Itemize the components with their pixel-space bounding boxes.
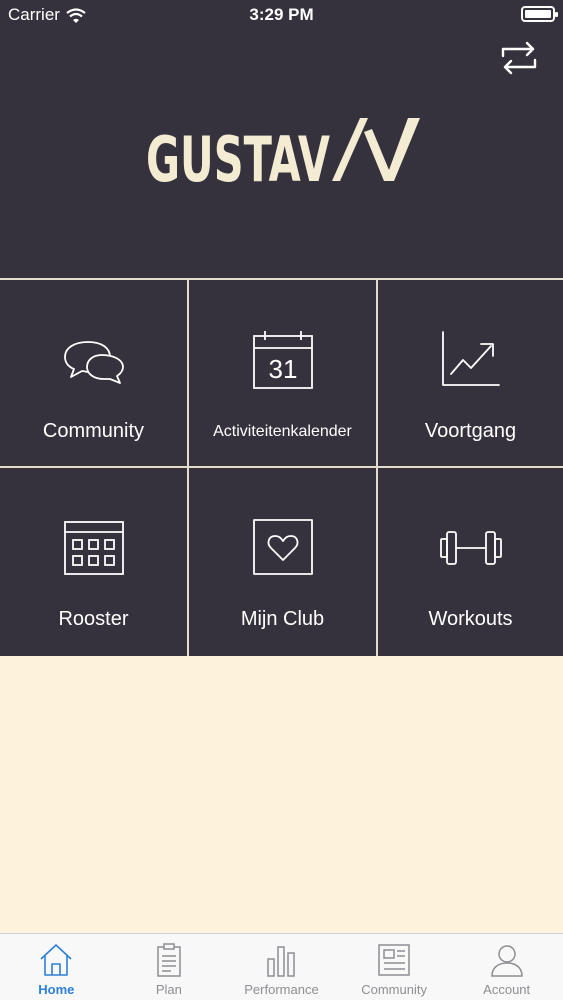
menu-grid: Community 31 Activiteitenkalender Voortg… — [0, 278, 563, 656]
tab-community-label: Community — [361, 982, 427, 997]
tab-plan[interactable]: Plan — [113, 934, 226, 1000]
chat-bubbles-icon — [63, 341, 124, 384]
status-time: 3:29 PM — [249, 5, 314, 24]
heart-icon — [252, 519, 313, 575]
calendar-icon: 31 — [252, 331, 313, 389]
tab-account-label: Account — [483, 982, 531, 997]
tab-performance[interactable]: Performance — [225, 934, 338, 1000]
tab-home-label: Home — [38, 982, 75, 997]
gustav-logo: GUSTAV — [146, 118, 420, 194]
status-bar: Carrier 3:29 PM — [0, 0, 563, 30]
tile-community[interactable]: Community — [0, 280, 187, 466]
tile-rooster-label: Rooster — [58, 608, 129, 630]
tile-mijn-club[interactable]: Mijn Club — [189, 468, 376, 656]
header: GUSTAV — [0, 30, 563, 278]
tile-workouts-label: Workouts — [428, 608, 513, 630]
bar-chart-icon — [267, 946, 296, 977]
switch-club-button[interactable] — [499, 40, 539, 76]
tile-community-label: Community — [42, 420, 145, 442]
home-icon — [40, 944, 72, 976]
battery-icon — [521, 6, 558, 22]
tab-home[interactable]: Home — [0, 934, 113, 1000]
progress-chart-icon — [441, 331, 500, 386]
calendar-day-number: 31 — [268, 354, 297, 384]
tile-activiteitenkalender[interactable]: 31 Activiteitenkalender — [189, 280, 376, 466]
schedule-grid-icon — [63, 521, 124, 575]
clipboard-icon — [157, 943, 181, 977]
tile-workouts[interactable]: Workouts — [378, 468, 563, 656]
tile-voortgang[interactable]: Voortgang — [378, 280, 563, 466]
newspaper-icon — [378, 944, 410, 976]
tile-rooster[interactable]: Rooster — [0, 468, 187, 656]
tile-voortgang-label: Voortgang — [424, 420, 517, 442]
logo-text: GUSTAV — [146, 123, 330, 194]
person-icon — [490, 945, 523, 977]
tab-community[interactable]: Community — [338, 934, 451, 1000]
content-area — [0, 656, 563, 933]
tab-plan-label: Plan — [155, 982, 182, 997]
tile-activiteitenkalender-label: Activiteitenkalender — [213, 423, 352, 440]
tab-account[interactable]: Account — [450, 934, 563, 1000]
tile-mijn-club-label: Mijn Club — [240, 608, 325, 630]
swap-arrows-icon — [501, 41, 537, 75]
tab-bar: Home Plan Performance Community Account — [0, 933, 563, 1000]
dumbbell-icon — [439, 531, 502, 565]
tab-performance-label: Performance — [244, 982, 319, 997]
